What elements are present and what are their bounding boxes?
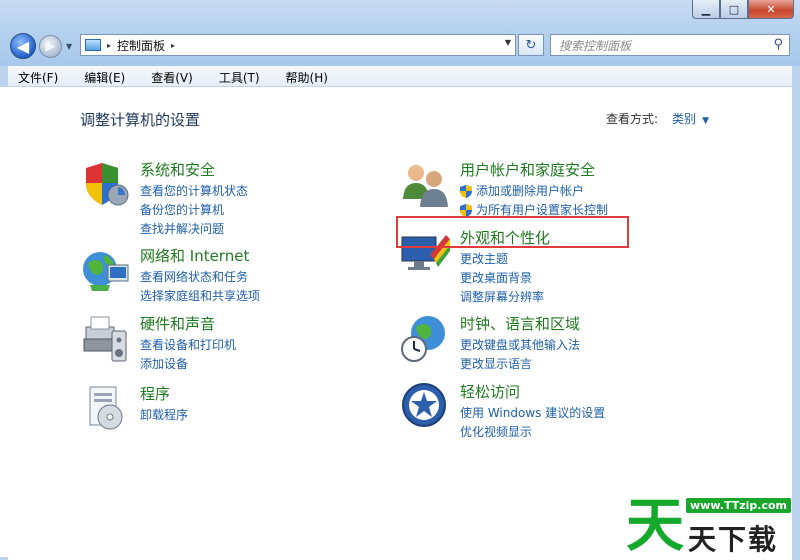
menu-view[interactable]: 查看(V) — [133, 66, 201, 86]
link-text[interactable]: 添加或删除用户帐户 — [476, 182, 584, 201]
category-links: 查看网络状态和任务 选择家庭组和共享选项 — [140, 268, 260, 306]
breadcrumb-separator-2[interactable]: ▸ — [171, 41, 175, 50]
uac-shield-icon — [460, 185, 472, 198]
link-item[interactable]: 备份您的计算机 — [140, 201, 248, 220]
shield-icon — [86, 163, 129, 206]
content-pane: 调整计算机的设置 查看方式: 类别 ▼ 系统和安全 查看您的计算机状态 备份您的计算… — [0, 87, 792, 557]
category-title[interactable]: 时钟、语言和区域 — [460, 313, 580, 334]
link-item[interactable]: 更改桌面背景 — [460, 269, 544, 288]
clock-globe-icon — [401, 316, 445, 362]
address-bar[interactable]: ▸ 控制面板 ▸ ▼ — [80, 34, 516, 56]
users-icon — [403, 165, 448, 207]
category-links: 使用 Windows 建议的设置 优化视频显示 — [460, 404, 605, 442]
refresh-button[interactable]: ↻ — [518, 34, 544, 56]
link-item[interactable]: 更改显示语言 — [460, 355, 580, 374]
watermark-logo: 天 — [626, 491, 685, 559]
maximize-button[interactable]: □ — [720, 0, 748, 19]
menu-tools[interactable]: 工具(T) — [201, 66, 268, 86]
category-links: 卸载程序 — [140, 406, 188, 425]
link-item[interactable]: 优化视频显示 — [460, 423, 605, 442]
category-links: 添加或删除用户帐户 为所有用户设置家长控制 — [460, 182, 608, 220]
watermark: 天 www.TTzip.com 天下载 — [624, 488, 800, 560]
link-item[interactable]: 添加设备 — [140, 355, 236, 374]
link-item[interactable]: 更改主题 — [460, 250, 544, 269]
category-links: 查看设备和打印机 添加设备 — [140, 336, 236, 374]
arrow-right-icon: ▶ — [45, 39, 56, 54]
link-item[interactable]: 添加或删除用户帐户 — [460, 182, 608, 201]
minimize-button[interactable]: ▁ — [692, 0, 720, 19]
view-by: 查看方式: 类别 ▼ — [606, 110, 709, 127]
category-title[interactable]: 网络和 Internet — [140, 245, 249, 266]
category-links: 更改键盘或其他输入法 更改显示语言 — [460, 336, 580, 374]
printer-icon — [83, 316, 127, 362]
page-title: 调整计算机的设置 — [80, 111, 201, 129]
globe-network-icon — [83, 252, 129, 291]
menu-bar: 文件(F) 编辑(E) 查看(V) 工具(T) 帮助(H) — [0, 66, 800, 87]
menu-edit[interactable]: 编辑(E) — [66, 66, 133, 86]
link-item[interactable]: 查找并解决问题 — [140, 220, 248, 239]
control-panel-window: ▁ □ ✕ ◀ ▶ ▼ ▸ 控制面板 ▸ ▼ ↻ 搜索控制面板 ⚲ 文件(F) … — [0, 0, 800, 560]
search-placeholder: 搜索控制面板 — [559, 38, 632, 53]
category-title[interactable]: 硬件和声音 — [140, 313, 215, 334]
category-title[interactable]: 轻松访问 — [460, 381, 520, 402]
link-item[interactable]: 使用 Windows 建议的设置 — [460, 404, 605, 423]
category-title[interactable]: 程序 — [140, 383, 170, 404]
ease-of-access-icon — [402, 383, 446, 427]
caption-buttons: ▁ □ ✕ — [692, 0, 794, 19]
programs-icon — [89, 386, 123, 430]
forward-button[interactable]: ▶ — [39, 35, 62, 58]
category-links: 更改主题 更改桌面背景 调整屏幕分辨率 — [460, 250, 544, 307]
view-by-dropdown[interactable]: 类别 — [672, 112, 696, 126]
breadcrumb-control-panel[interactable]: 控制面板 — [117, 37, 165, 54]
search-icon[interactable]: ⚲ — [773, 37, 783, 52]
arrow-left-icon: ◀ — [16, 36, 30, 56]
chevron-down-icon[interactable]: ▼ — [702, 116, 709, 126]
category-title[interactable]: 用户帐户和家庭安全 — [460, 159, 595, 180]
watermark-url: www.TTzip.com — [686, 498, 791, 513]
category-title[interactable]: 系统和安全 — [140, 159, 215, 180]
close-button[interactable]: ✕ — [748, 0, 794, 19]
navigation-bar: ◀ ▶ ▼ ▸ 控制面板 ▸ ▼ ↻ 搜索控制面板 ⚲ — [0, 28, 800, 62]
view-by-label: 查看方式: — [606, 112, 659, 126]
link-item[interactable]: 选择家庭组和共享选项 — [140, 287, 260, 306]
menu-file[interactable]: 文件(F) — [0, 66, 66, 86]
menu-help[interactable]: 帮助(H) — [268, 66, 336, 86]
link-item[interactable]: 查看网络状态和任务 — [140, 268, 260, 287]
breadcrumb-separator[interactable]: ▸ — [107, 41, 111, 50]
address-dropdown-icon[interactable]: ▼ — [505, 38, 511, 47]
link-item[interactable]: 调整屏幕分辨率 — [460, 288, 544, 307]
watermark-text: 天下载 — [688, 523, 779, 556]
category-links: 查看您的计算机状态 备份您的计算机 查找并解决问题 — [140, 182, 248, 239]
back-button[interactable]: ◀ — [10, 33, 36, 59]
link-item[interactable]: 查看您的计算机状态 — [140, 182, 248, 201]
highlight-box — [396, 216, 629, 248]
window-frame-right — [792, 66, 800, 560]
control-panel-icon — [85, 39, 101, 51]
search-input[interactable]: 搜索控制面板 ⚲ — [550, 34, 790, 56]
refresh-icon: ↻ — [525, 37, 537, 53]
link-item[interactable]: 更改键盘或其他输入法 — [460, 336, 580, 355]
link-item[interactable]: 卸载程序 — [140, 406, 188, 425]
recent-pages-dropdown[interactable]: ▼ — [66, 42, 72, 51]
link-item[interactable]: 查看设备和打印机 — [140, 336, 236, 355]
